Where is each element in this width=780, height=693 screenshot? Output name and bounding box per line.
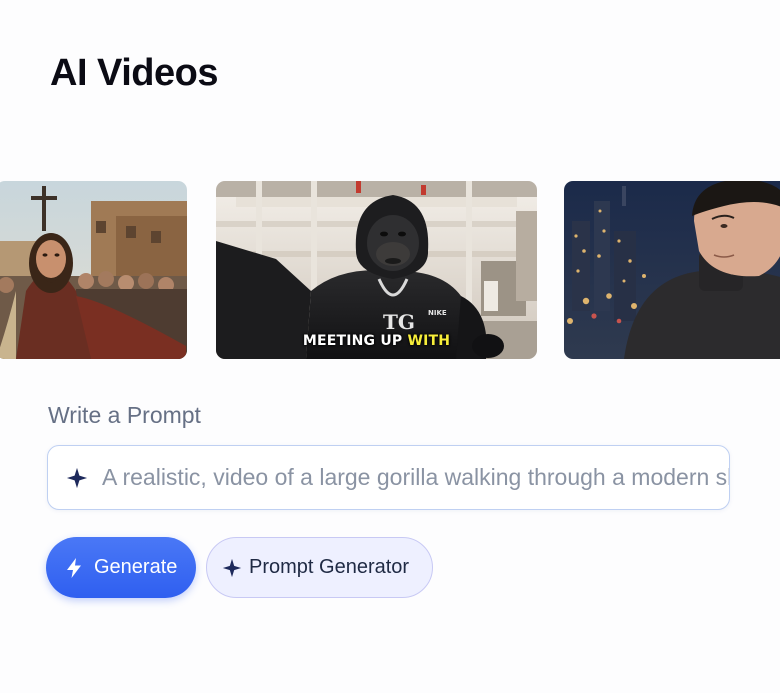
prompt-input[interactable] (102, 464, 729, 491)
man-city-night-image (564, 181, 780, 359)
video-thumbnail-man-city[interactable] (564, 181, 780, 359)
shirt-logo: NIKE (428, 309, 447, 317)
prompt-generator-button[interactable]: Prompt Generator (206, 537, 433, 598)
generate-button-label: Generate (94, 556, 178, 578)
video-thumbnail-jesus[interactable] (0, 181, 187, 359)
shirt-monogram: TG (383, 310, 415, 334)
video-caption-text: MEETING UP (302, 333, 408, 349)
ai-videos-page: AI Videos TG NIKE MEETING UP WITH Write … (0, 0, 780, 693)
video-carousel[interactable]: TG NIKE MEETING UP WITH (0, 181, 780, 359)
page-title: AI Videos (50, 52, 218, 94)
prompt-generator-button-label: Prompt Generator (249, 556, 410, 578)
generate-button[interactable]: Generate (46, 537, 196, 598)
lightning-icon (67, 557, 81, 578)
video-thumbnail-gorilla[interactable]: TG NIKE MEETING UP WITH (216, 181, 537, 359)
jesus-crowd-image (0, 181, 187, 359)
prompt-field[interactable] (47, 445, 730, 510)
prompt-label: Write a Prompt (48, 402, 201, 428)
sparkle-icon (222, 558, 242, 577)
video-caption-highlight: WITH (407, 333, 451, 349)
sparkle-icon (66, 467, 88, 488)
video-caption: MEETING UP WITH (216, 333, 537, 349)
